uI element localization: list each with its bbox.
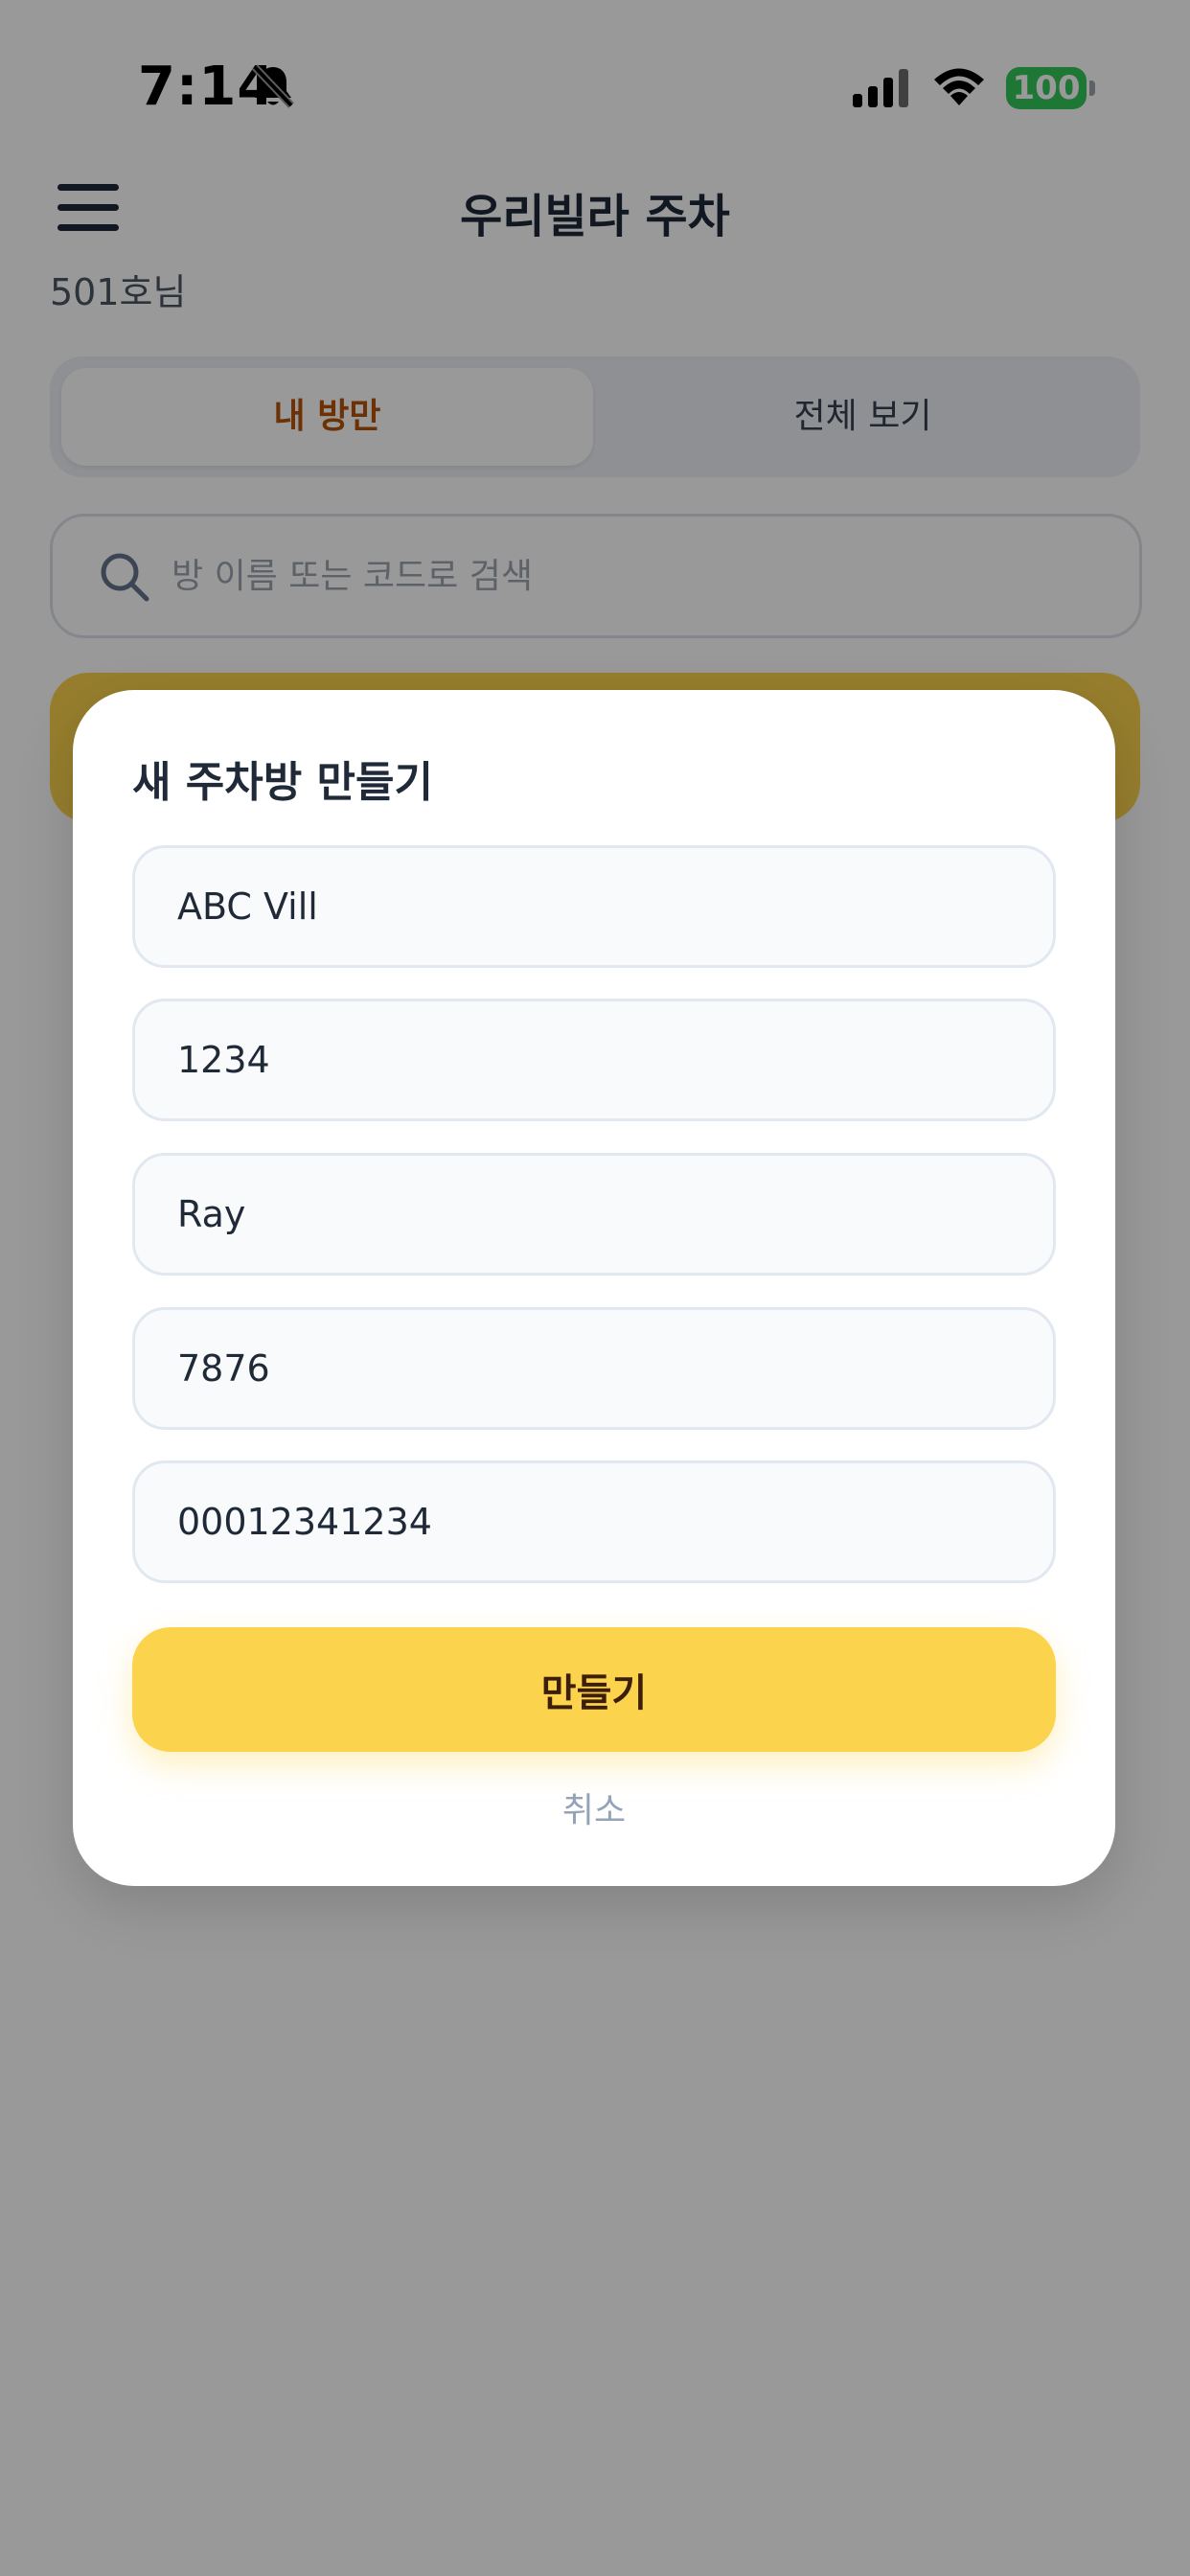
modal-title: 새 주차방 만들기: [132, 758, 433, 807]
car-number-field[interactable]: [132, 1307, 1056, 1430]
cancel-button[interactable]: 취소: [73, 1782, 1115, 1832]
create-room-modal: 새 주차방 만들기 만들기 취소: [73, 690, 1115, 1886]
phone-number-field[interactable]: [132, 1460, 1056, 1583]
car-name-field[interactable]: [132, 1153, 1056, 1276]
create-button[interactable]: 만들기: [132, 1627, 1056, 1752]
room-name-field[interactable]: [132, 845, 1056, 968]
room-code-field[interactable]: [132, 999, 1056, 1121]
